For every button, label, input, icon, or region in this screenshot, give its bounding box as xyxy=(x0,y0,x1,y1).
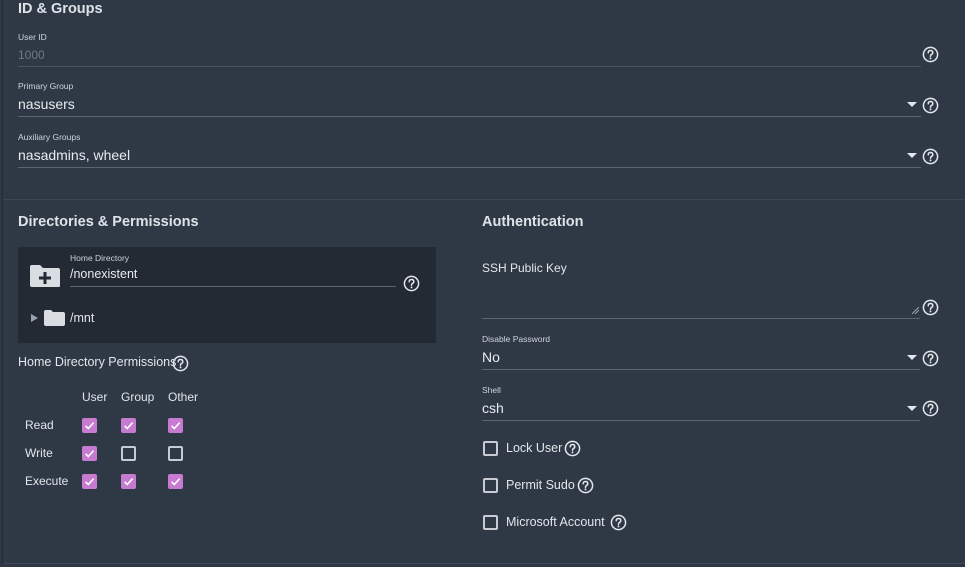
section-title-directories: Directories & Permissions xyxy=(18,214,199,230)
section-title-id-groups: ID & Groups xyxy=(18,1,103,17)
perm-col-group: Group xyxy=(121,390,155,404)
user-id-label: User ID xyxy=(18,32,47,42)
microsoft-account-checkbox[interactable] xyxy=(483,515,498,530)
help-icon[interactable] xyxy=(577,477,594,494)
primary-group-label: Primary Group xyxy=(18,81,74,91)
perm-checkbox-execute-group[interactable] xyxy=(121,474,136,489)
help-icon[interactable] xyxy=(922,97,939,114)
home-directory-input[interactable]: Home Directory /nonexistent xyxy=(70,253,396,289)
user-id-field[interactable]: User ID 1000 xyxy=(18,32,921,68)
perm-checkbox-execute-other[interactable] xyxy=(168,474,183,489)
user-id-underline xyxy=(18,66,921,67)
perm-row-read: Read xyxy=(25,418,54,432)
help-icon[interactable] xyxy=(922,299,939,316)
primary-group-underline xyxy=(18,116,921,117)
ssh-public-key-label: SSH Public Key xyxy=(482,261,567,275)
perm-row-execute: Execute xyxy=(25,474,69,488)
auxiliary-groups-underline xyxy=(18,167,921,168)
ssh-public-key-textarea[interactable]: SSH Public Key xyxy=(482,260,920,320)
perm-checkbox-write-other[interactable] xyxy=(168,446,183,461)
section-title-authentication: Authentication xyxy=(482,214,584,230)
check-icon xyxy=(123,478,134,486)
check-icon xyxy=(84,450,95,458)
auxiliary-groups-label: Auxiliary Groups xyxy=(18,132,81,142)
perm-checkbox-read-other[interactable] xyxy=(168,418,183,433)
help-icon[interactable] xyxy=(403,275,420,292)
help-icon[interactable] xyxy=(922,46,939,63)
auxiliary-groups-value: nasadmins, wheel xyxy=(18,147,131,163)
help-icon[interactable] xyxy=(922,350,939,367)
help-icon[interactable] xyxy=(610,514,627,531)
folder-icon xyxy=(44,310,65,326)
ssh-public-key-underline xyxy=(482,318,920,319)
lock-user-checkbox[interactable] xyxy=(483,441,498,456)
shell-select[interactable]: Shell csh xyxy=(482,384,920,422)
check-icon xyxy=(123,422,134,430)
lock-user-label[interactable]: Lock User xyxy=(506,441,562,455)
disable-password-select[interactable]: Disable Password No xyxy=(482,333,920,371)
auxiliary-groups-select[interactable]: Auxiliary Groups nasadmins, wheel xyxy=(18,131,921,169)
caret-down-icon[interactable] xyxy=(907,102,917,107)
caret-down-icon[interactable] xyxy=(907,355,917,360)
shell-label: Shell xyxy=(482,385,501,395)
section-divider xyxy=(3,199,965,200)
help-icon[interactable] xyxy=(172,355,189,372)
primary-group-select[interactable]: Primary Group nasusers xyxy=(18,80,921,118)
home-directory-underline xyxy=(70,286,396,287)
perm-checkbox-execute-user[interactable] xyxy=(82,474,97,489)
check-icon xyxy=(84,422,95,430)
shell-underline xyxy=(482,420,920,421)
microsoft-account-label[interactable]: Microsoft Account xyxy=(506,515,605,529)
disable-password-label: Disable Password xyxy=(482,334,551,344)
disable-password-underline xyxy=(482,369,920,370)
home-permissions-label: Home Directory Permissions xyxy=(18,355,177,369)
section-divider-bottom xyxy=(3,563,965,564)
disable-password-value: No xyxy=(482,349,500,365)
check-icon xyxy=(170,422,181,430)
perm-checkbox-read-group[interactable] xyxy=(121,418,136,433)
help-icon[interactable] xyxy=(922,148,939,165)
caret-down-icon[interactable] xyxy=(907,153,917,158)
primary-group-value: nasusers xyxy=(18,96,75,112)
help-icon[interactable] xyxy=(564,440,581,457)
perm-checkbox-write-user[interactable] xyxy=(82,446,97,461)
check-icon xyxy=(84,478,95,486)
permit-sudo-label[interactable]: Permit Sudo xyxy=(506,478,575,492)
caret-down-icon[interactable] xyxy=(907,406,917,411)
home-directory-browser: Home Directory /nonexistent /mnt xyxy=(18,247,436,343)
expand-arrow-icon[interactable] xyxy=(31,314,38,322)
folder-add-icon[interactable] xyxy=(29,264,61,288)
perm-checkbox-write-group[interactable] xyxy=(121,446,136,461)
user-id-value: 1000 xyxy=(18,48,45,62)
check-icon xyxy=(170,478,181,486)
perm-checkbox-read-user[interactable] xyxy=(82,418,97,433)
perm-row-write: Write xyxy=(25,446,53,460)
shell-value: csh xyxy=(482,400,504,416)
home-directory-value: /nonexistent xyxy=(70,267,138,281)
help-icon[interactable] xyxy=(922,400,939,417)
home-directory-label: Home Directory xyxy=(70,253,130,263)
perm-col-user: User xyxy=(82,390,108,404)
resize-handle-icon[interactable] xyxy=(912,307,919,314)
permit-sudo-checkbox[interactable] xyxy=(483,478,498,493)
perm-col-other: Other xyxy=(168,390,199,404)
tree-node-mnt[interactable]: /mnt xyxy=(70,311,94,325)
